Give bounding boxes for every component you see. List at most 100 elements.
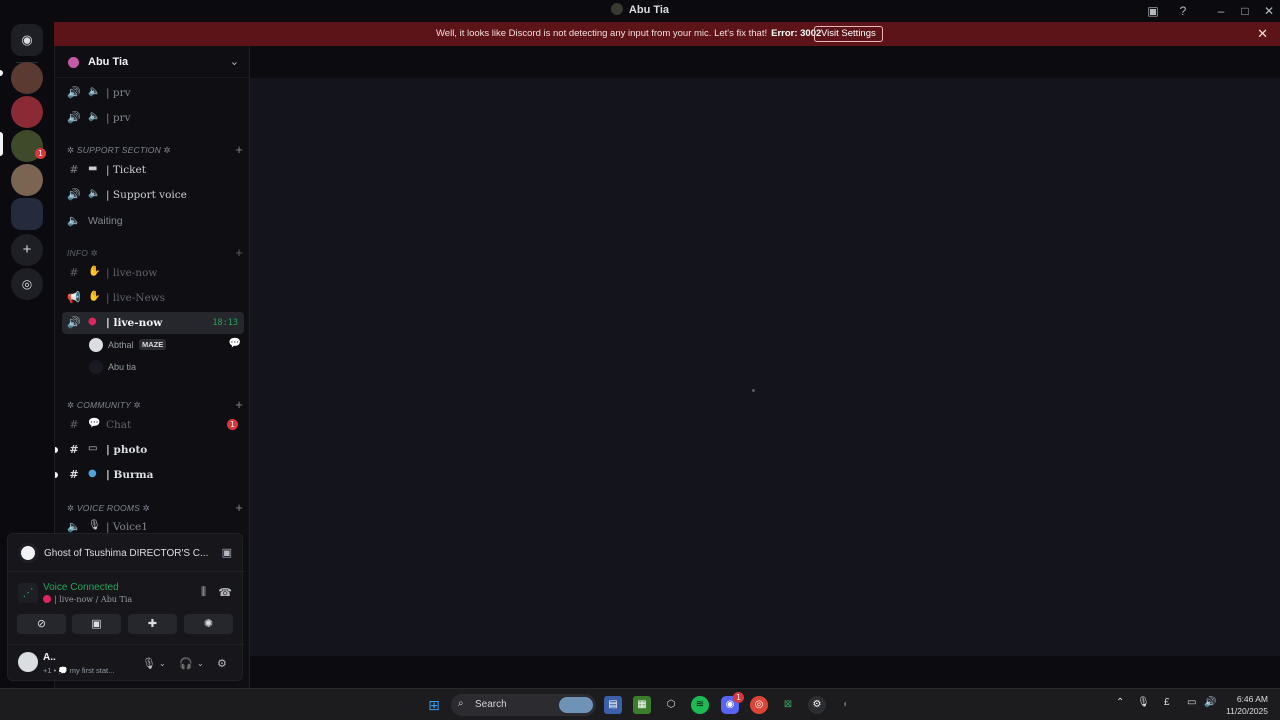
soundboard-button[interactable]: ✺	[184, 614, 233, 634]
activity-game-name: Ghost of Tsushima DIRECTOR'S C...	[44, 548, 209, 559]
spotify-icon[interactable]: ≋	[691, 696, 709, 714]
add-channel-icon[interactable]: +	[235, 397, 243, 412]
channel-chat[interactable]: # 💬 Chat 1	[62, 414, 244, 436]
add-server-icon[interactable]: +	[11, 234, 43, 266]
server-avatar-4[interactable]	[11, 164, 43, 196]
category-community[interactable]: ✲ COMMUNITY ✲ +	[67, 397, 243, 413]
headphones-icon[interactable]: 🎧	[179, 657, 193, 670]
windows-taskbar: ⊞ ⌕ Search ▤ ▦ ⬡ ≋ ◉ 1 ◎ ⊠ ⚙ ◐ ⌃ 🎙 £ ▭ 🔊 …	[0, 688, 1280, 720]
voice-channel-info[interactable]: | live-now / Abu Tia	[43, 595, 132, 604]
camera-off-button[interactable]: ⊘	[17, 614, 66, 634]
app-icon-9[interactable]: ◐	[837, 696, 855, 714]
tray-chevron-icon[interactable]: ⌃	[1116, 697, 1124, 708]
category-label: ✲ VOICE ROOMS ✲	[67, 503, 150, 513]
main-content	[250, 46, 1280, 688]
channel-photo[interactable]: # ▭ | photo	[55, 439, 244, 461]
add-channel-icon[interactable]: +	[235, 142, 243, 157]
visit-settings-button[interactable]: Visit Settings	[814, 26, 883, 42]
server-header[interactable]: Abu Tia ⌄	[55, 46, 249, 78]
server-folder[interactable]	[11, 198, 43, 230]
channel-label: | live-now	[106, 267, 158, 279]
discord-taskbar-icon[interactable]: ◉ 1	[721, 692, 744, 714]
voice-connection: ⋰ Voice Connected | live-now / Abu Tia ⫼…	[8, 574, 244, 612]
chevron-down-icon[interactable]: ⌄	[230, 55, 239, 68]
category-info[interactable]: INFO ✲ +	[67, 245, 243, 261]
minecraft-icon[interactable]: ▦	[633, 696, 651, 714]
inbox-icon[interactable]: ▣	[1145, 3, 1161, 19]
screen-share-button[interactable]: ▣	[72, 614, 121, 634]
voice-channel-icon: 🔊	[67, 111, 81, 124]
volume-icon[interactable]: 🔊	[1204, 697, 1216, 708]
channel-label: Waiting	[88, 215, 123, 227]
channel-label: | prv	[106, 87, 131, 99]
category-voice-rooms[interactable]: ✲ VOICE ROOMS ✲ +	[67, 500, 243, 516]
voice-user-abthal[interactable]: Abthal MAZE 💬	[89, 336, 245, 356]
channel-label: | live-News	[106, 292, 166, 304]
channel-waiting[interactable]: 🔈 Waiting	[62, 210, 244, 232]
channel-live-now-voice[interactable]: 🔊 ● | live-now 18:13	[62, 312, 244, 334]
add-channel-icon[interactable]: +	[235, 500, 243, 515]
chat-bubble-icon[interactable]: 💬	[229, 338, 241, 349]
noise-suppression-icon[interactable]: ⫼	[201, 586, 206, 599]
signal-icon[interactable]: ⋰	[18, 583, 38, 603]
close-banner-icon[interactable]: ✕	[1257, 26, 1268, 42]
explore-icon[interactable]: ◎	[11, 268, 43, 300]
search-icon: ⌕	[458, 698, 464, 709]
channel-prv-2[interactable]: 🔊 🔈 | prv	[62, 107, 244, 129]
disconnect-icon[interactable]: ☎	[218, 586, 232, 599]
server-avatar-3[interactable]: 1	[11, 130, 46, 162]
user-name[interactable]: A..	[43, 652, 56, 663]
gear-icon[interactable]: ⚙	[217, 657, 227, 670]
channel-burma[interactable]: # ● | Burma	[55, 464, 244, 486]
taskbar-clock[interactable]: 6:46 AM 11/20/2025	[1226, 693, 1268, 717]
category-support[interactable]: ✲ SUPPORT SECTION ✲ +	[67, 142, 243, 158]
network-icon[interactable]: ▭	[1187, 697, 1196, 708]
voice-timer: 18:13	[212, 318, 238, 328]
window-titlebar: Abu Tia ▣ ? – □ ✕	[0, 0, 1280, 22]
user-avatar[interactable]	[18, 652, 38, 672]
tray-language[interactable]: £	[1164, 697, 1170, 708]
add-channel-icon[interactable]: +	[235, 245, 243, 260]
channel-live-news[interactable]: 📢 ✋ | live-News	[62, 287, 244, 309]
app-icon-3[interactable]: ⬡	[662, 696, 680, 714]
channel-live-now-text[interactable]: # ✋ | live-now	[62, 262, 244, 284]
discord-home-icon[interactable]: ◉	[11, 24, 43, 56]
text-channel-icon: #	[69, 266, 79, 279]
category-label: ✲ COMMUNITY ✲	[67, 400, 141, 410]
tray-mic-icon[interactable]: 🎙	[1137, 697, 1150, 708]
maximize-button[interactable]: □	[1237, 3, 1253, 19]
chevron-down-icon[interactable]: ⌄	[197, 659, 204, 668]
server-name: Abu Tia	[88, 56, 129, 68]
activities-button[interactable]: ✚	[128, 614, 177, 634]
channel-ticket[interactable]: # ▬ | Ticket	[62, 159, 244, 181]
user-custom-status: +1 • 💭 my first stat...	[43, 666, 115, 675]
app-icon-1[interactable]: ▤	[604, 696, 622, 714]
help-icon[interactable]: ?	[1175, 3, 1191, 19]
server-avatar-2[interactable]	[11, 96, 43, 128]
close-window-button[interactable]: ✕	[1261, 3, 1277, 19]
window-title-text: Abu Tia	[628, 4, 670, 16]
microphone-icon[interactable]: 🎙	[142, 657, 156, 670]
activity-bar[interactable]: Ghost of Tsushima DIRECTOR'S C... ▣	[8, 534, 244, 572]
taskbar-search[interactable]: ⌕ Search	[451, 694, 596, 716]
red-circle-icon: ●	[88, 316, 97, 327]
channel-label: | photo	[106, 444, 148, 456]
unread-indicator	[55, 472, 58, 478]
chevron-down-icon[interactable]: ⌄	[159, 659, 166, 668]
steam-icon[interactable]: ⚙	[808, 696, 826, 714]
chrome-icon[interactable]: ◎	[750, 696, 768, 714]
voice-user-abu-tia[interactable]: Abu tia	[89, 358, 245, 378]
windows-start-icon[interactable]: ⊞	[425, 696, 443, 714]
stream-icon[interactable]: ▣	[222, 546, 232, 559]
channel-prv-1[interactable]: 🔊 🔈 | prv	[62, 82, 244, 104]
voice-status[interactable]: Voice Connected	[43, 582, 119, 593]
hand-emoji-icon: ✋	[88, 266, 101, 277]
photo-emoji-icon: ▭	[88, 443, 98, 454]
search-label: Search	[475, 699, 507, 710]
minimize-button[interactable]: –	[1213, 3, 1229, 19]
speaker-emoji-icon: 🔈	[88, 111, 101, 122]
xbox-icon[interactable]: ⊠	[779, 696, 797, 714]
server-avatar-1[interactable]	[11, 62, 43, 94]
voice-user-name: Abu tia	[108, 362, 137, 372]
channel-support-voice[interactable]: 🔊 🔈 | Support voice	[62, 184, 244, 206]
